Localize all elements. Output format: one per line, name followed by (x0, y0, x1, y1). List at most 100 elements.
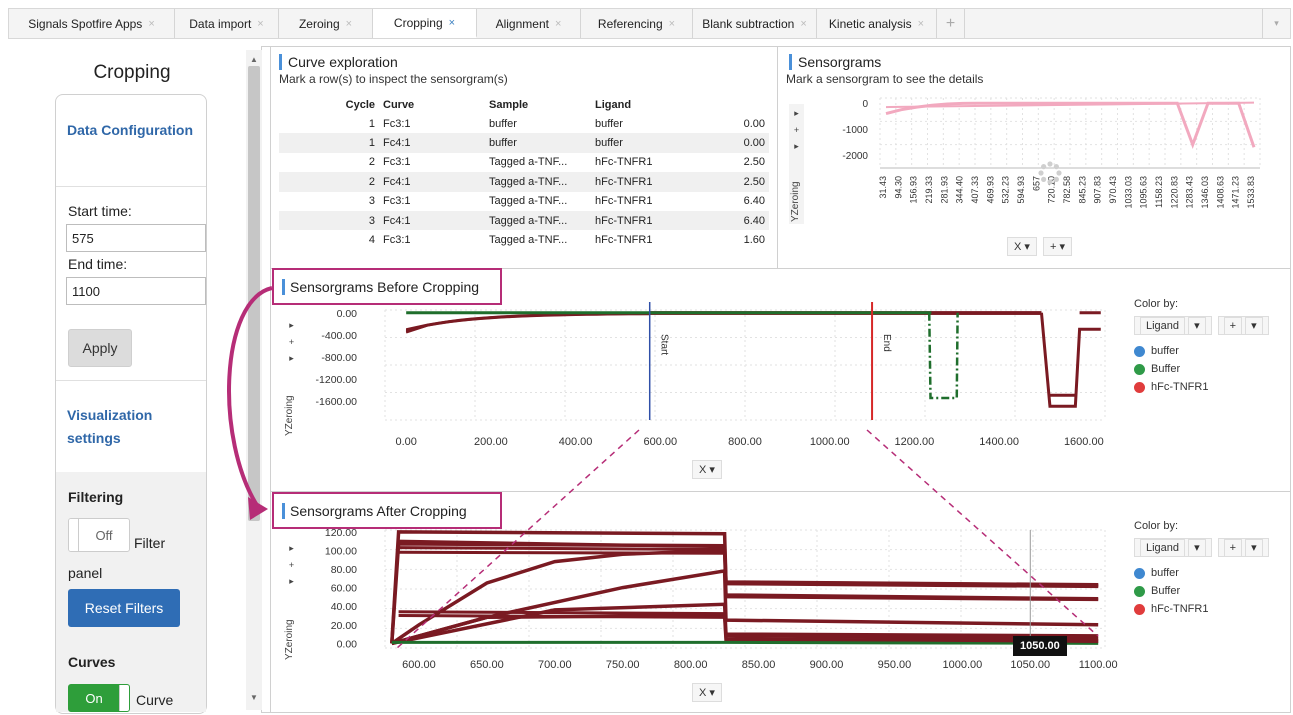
sidebar-title: Cropping (93, 62, 171, 83)
after-cropping-callout: Sensorgrams After Cropping (272, 492, 502, 529)
x-tick-label: 200.00 (474, 436, 508, 448)
table-cell: Fc4:1 (379, 172, 485, 192)
tab-zeroing[interactable]: Zeroing × (279, 9, 373, 38)
tab-alignment[interactable]: Alignment × (477, 9, 581, 38)
data-configuration-link[interactable]: Data Configuration (67, 119, 197, 142)
divider (56, 380, 206, 381)
tab-kinetic-analysis[interactable]: Kinetic analysis × (817, 9, 937, 38)
scroll-up-icon[interactable]: ▲ (246, 55, 262, 64)
x-tick-label: 1050.00 (1010, 659, 1050, 671)
close-tab-icon[interactable]: × (257, 18, 263, 30)
y-tick-label: 20.00 (331, 620, 357, 632)
table-cell: Fc3:1 (383, 195, 411, 208)
apply-button[interactable]: Apply (68, 329, 132, 367)
tab-data-import[interactable]: Data import × (175, 9, 279, 38)
table-cell: 0.00 (729, 133, 769, 153)
close-tab-icon[interactable]: × (918, 18, 924, 30)
legend-item[interactable]: Buffer (1134, 363, 1269, 375)
loading-spinner-icon (1053, 176, 1059, 182)
column-header-curve[interactable]: Curve (379, 96, 485, 114)
legend-item[interactable]: hFc-TNFR1 (1134, 381, 1269, 393)
add-icon[interactable]: + (289, 560, 294, 570)
expand-right-icon[interactable]: ▸ (794, 141, 799, 152)
close-tab-icon[interactable]: × (148, 18, 154, 30)
curves-toggle[interactable]: On (68, 684, 130, 712)
add-icon[interactable]: + (289, 337, 294, 347)
tab-menu-icon[interactable]: ▾ (1262, 9, 1290, 38)
legend-label: Buffer (1151, 585, 1181, 597)
tab-signals-spotfire-apps[interactable]: Signals Spotfire Apps × (9, 9, 175, 38)
x-tick-label: 1600.00 (1064, 436, 1104, 448)
tab-cropping[interactable]: Cropping × (373, 9, 477, 38)
x-value-tooltip: 1050.00 (1013, 636, 1067, 656)
start-time-input[interactable] (66, 224, 206, 252)
table-row[interactable]: 1 Fc4:1 buffer buffer 0.00 (279, 133, 769, 153)
tab-blank-subtraction[interactable]: Blank subtraction × (693, 9, 817, 38)
color-by-add-button[interactable]: + ▾ (1217, 538, 1269, 557)
x-tick-label: 1220.83 (1169, 176, 1179, 209)
legend-item[interactable]: hFc-TNFR1 (1134, 603, 1269, 615)
x-tick-label: 1408.63 (1215, 176, 1225, 209)
table-row[interactable]: 4 Fc3:1 Tagged a-TNF... hFc-TNFR1 1.60 (279, 230, 769, 249)
x-axis-selector[interactable]: X ▾ (692, 683, 722, 702)
x-tick-label: 1095.63 (1139, 176, 1149, 209)
end-time-label: End time: (68, 256, 128, 272)
x-axis-selector[interactable]: X ▾ (692, 460, 722, 479)
y-axis-label: YZeroing (284, 395, 295, 436)
table-row[interactable]: 3 Fc4:1 Tagged a-TNF... hFc-TNFR1 6.40 (279, 210, 769, 231)
loading-spinner-icon (1047, 179, 1053, 185)
color-by-select[interactable]: Ligand ▾ (1134, 538, 1212, 557)
y-tick-label: 80.00 (331, 564, 357, 576)
legend-item[interactable]: buffer (1134, 567, 1269, 579)
table-cell: 2 (368, 156, 375, 169)
table-row[interactable]: 2 Fc4:1 Tagged a-TNF... hFc-TNFR1 2.50 (279, 172, 769, 192)
add-icon[interactable]: + (794, 125, 799, 135)
legend-label: buffer (1151, 345, 1179, 357)
column-header-cycle[interactable]: Cycle (279, 96, 379, 114)
expand-right-icon[interactable]: ▸ (289, 353, 294, 364)
sensorgrams-chart[interactable]: 0 -1000 -2000 31.43 94.30 156.93 219.33 281.93 3… (820, 90, 1280, 260)
close-tab-icon[interactable]: × (669, 18, 675, 30)
after-cropping-chart[interactable]: 120.00100.0080.0060.0040.0020.000.00600.… (300, 522, 1130, 672)
expand-right-icon[interactable]: ▸ (794, 108, 799, 119)
tab-referencing[interactable]: Referencing × (581, 9, 693, 38)
table-row[interactable]: 1 Fc3:1 buffer buffer 0.00 (279, 114, 769, 133)
visualization-settings-link[interactable]: Visualization settings (67, 404, 197, 450)
close-tab-icon[interactable]: × (346, 18, 352, 30)
dropdown-icon: ▾ (1245, 539, 1263, 557)
end-time-input[interactable] (66, 277, 206, 305)
legend-item[interactable]: buffer (1134, 345, 1269, 357)
scrollbar-thumb[interactable] (248, 66, 260, 521)
table-row[interactable]: 3 Fc3:1 Tagged a-TNF... hFc-TNFR1 6.40 (279, 192, 769, 211)
table-cell: hFc-TNFR1 (591, 172, 729, 192)
close-tab-icon[interactable]: × (555, 18, 561, 30)
table-cell: hFc-TNFR1 (595, 234, 653, 247)
sensorgrams-title: Sensorgrams (789, 54, 881, 70)
y-tick-label: 0 (862, 99, 868, 110)
x-axis-selector[interactable]: X ▾ (1007, 237, 1037, 256)
close-tab-icon[interactable]: × (449, 17, 455, 29)
scroll-down-icon[interactable]: ▼ (246, 693, 262, 702)
color-by-select[interactable]: Ligand ▾ (1134, 316, 1212, 335)
x-axis-add-button[interactable]: + ▾ (1043, 237, 1073, 256)
expand-right-icon[interactable]: ▸ (289, 576, 294, 587)
add-tab-icon[interactable]: + (937, 9, 965, 38)
table-cell: buffer (591, 133, 729, 153)
tab-label: Referencing (597, 16, 663, 31)
reset-filters-button[interactable]: Reset Filters (68, 589, 180, 627)
column-header-ligand[interactable]: Ligand (591, 96, 729, 114)
column-header-extra[interactable] (729, 96, 769, 114)
curve-label: Curve (136, 692, 174, 708)
table-row[interactable]: 2 Fc3:1 Tagged a-TNF... hFc-TNFR1 2.50 (279, 153, 769, 172)
color-by-controls: Ligand ▾ + ▾ (1134, 316, 1269, 335)
y-axis-label: YZeroing (790, 181, 801, 222)
close-tab-icon[interactable]: × (800, 18, 806, 30)
expand-right-icon[interactable]: ▸ (289, 543, 294, 554)
column-header-sample[interactable]: Sample (485, 96, 591, 114)
expand-right-icon[interactable]: ▸ (289, 320, 294, 331)
color-by-add-button[interactable]: + ▾ (1217, 316, 1269, 335)
legend-item[interactable]: Buffer (1134, 585, 1269, 597)
before-cropping-chart[interactable]: 0.00 -400.00 -800.00 -1200.00 -1600.00 0.00 20… (300, 296, 1130, 456)
color-by-controls: Ligand ▾ + ▾ (1134, 538, 1269, 557)
legend-swatch (1134, 345, 1145, 357)
